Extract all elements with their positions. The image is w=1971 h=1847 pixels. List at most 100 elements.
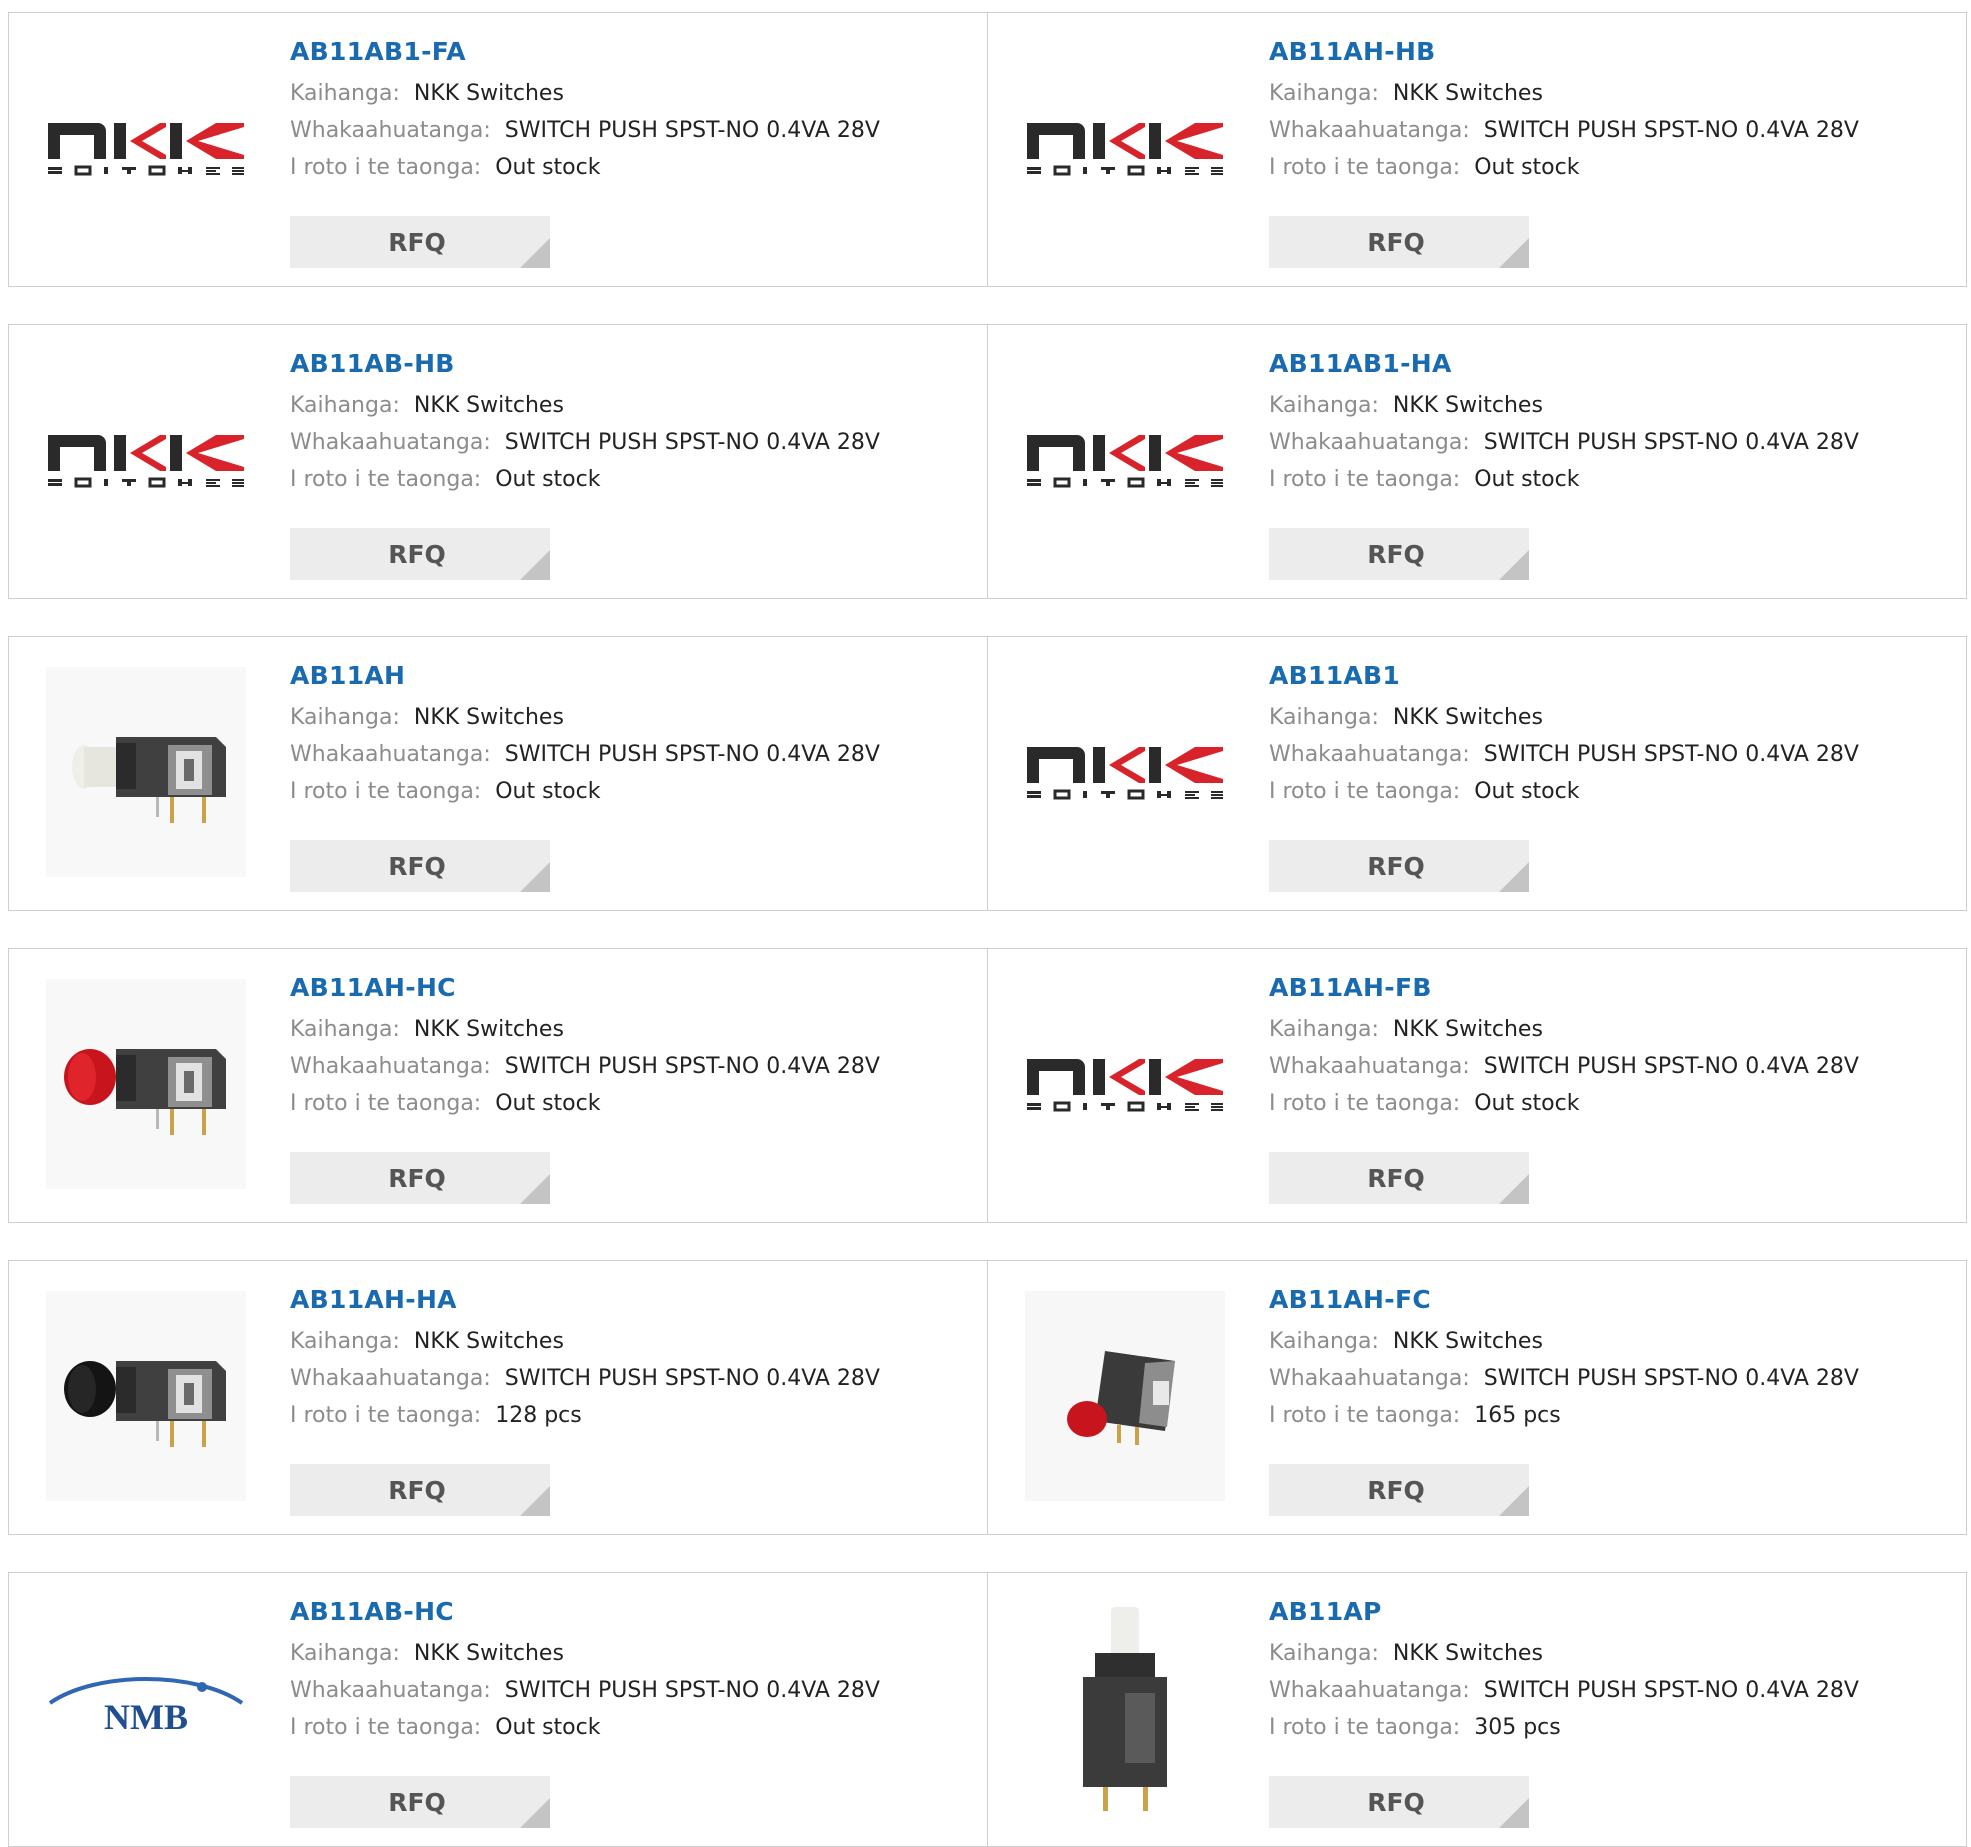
rfq-label: RFQ [388,851,446,881]
manufacturer-row: Kaihanga: NKK Switches [1269,1011,1956,1048]
rfq-label: RFQ [388,1787,446,1817]
rfq-label: RFQ [1367,1163,1425,1193]
stock-value: Out stock [495,1715,601,1740]
rfq-label: RFQ [1367,1787,1425,1817]
product-photo[interactable] [1025,1291,1225,1501]
manufacturer-value: NKK Switches [413,705,564,730]
manufacturer-value: NKK Switches [413,1641,564,1666]
part-number-link[interactable]: AB11AH-FB [1269,971,1956,1011]
product-card: NMB AB11AB-HC Kaihanga: NKK Switches Whak… [8,1572,988,1847]
stock-row: I roto i te taonga: Out stock [1269,1085,1956,1122]
stock-value: Out stock [1474,155,1580,180]
stock-row: I roto i te taonga: Out stock [290,461,977,498]
product-card: AB11AB-HB Kaihanga: NKK Switches Whakaahu… [8,324,988,599]
part-number-link[interactable]: AB11AH-HB [1269,35,1956,75]
manufacturer-row: Kaihanga: NKK Switches [290,699,977,736]
stock-label: I roto i te taonga: [290,467,482,492]
rfq-button[interactable]: RFQ [1269,840,1529,892]
rfq-button[interactable]: RFQ [290,1152,550,1204]
manufacturer-label: Kaihanga: [1269,393,1379,418]
part-number-link[interactable]: AB11AB-HC [290,1595,977,1635]
rfq-button[interactable]: RFQ [1269,1776,1529,1828]
product-card: AB11AH-FB Kaihanga: NKK Switches Whakaahu… [987,948,1967,1223]
description-label: Whakaahuatanga: [290,742,491,767]
description-label: Whakaahuatanga: [1269,742,1470,767]
corner-triangle-icon [520,238,550,268]
rfq-label: RFQ [388,1163,446,1193]
product-card: AB11AH-FC Kaihanga: NKK Switches Whakaahu… [987,1260,1967,1535]
part-number-link[interactable]: AB11AH-FC [1269,1283,1956,1323]
manufacturer-row: Kaihanga: NKK Switches [290,1635,977,1672]
rfq-button[interactable]: RFQ [290,1464,550,1516]
stock-value: Out stock [1474,467,1580,492]
rfq-button[interactable]: RFQ [1269,1152,1529,1204]
part-number-link[interactable]: AB11AB1 [1269,659,1956,699]
manufacturer-label: Kaihanga: [1269,1641,1379,1666]
manufacturer-label: Kaihanga: [290,393,400,418]
description-row: Whakaahuatanga: SWITCH PUSH SPST-NO 0.4VA… [290,736,977,773]
nkk-switches-logo[interactable] [1025,667,1225,877]
nmb-logo[interactable]: NMB [46,1603,246,1813]
rfq-button[interactable]: RFQ [290,528,550,580]
product-card: AB11AB1-HA Kaihanga: NKK Switches Whakaah… [987,324,1967,599]
part-number-link[interactable]: AB11AH-HC [290,971,977,1011]
rfq-button[interactable]: RFQ [290,1776,550,1828]
rfq-label: RFQ [388,1475,446,1505]
rfq-button[interactable]: RFQ [1269,216,1529,268]
nkk-switches-logo[interactable] [46,43,246,253]
manufacturer-value: NKK Switches [1392,81,1543,106]
product-info: AB11AH-HA Kaihanga: NKK Switches Whakaahu… [290,1283,977,1434]
product-photo[interactable] [46,667,246,877]
part-number-link[interactable]: AB11AP [1269,1595,1956,1635]
manufacturer-value: NKK Switches [1392,1641,1543,1666]
manufacturer-value: NKK Switches [413,1329,564,1354]
description-row: Whakaahuatanga: SWITCH PUSH SPST-NO 0.4VA… [1269,424,1956,461]
stock-value: Out stock [495,1091,601,1116]
description-label: Whakaahuatanga: [290,1054,491,1079]
manufacturer-value: NKK Switches [413,1017,564,1042]
stock-value: 165 pcs [1474,1403,1561,1428]
part-number-link[interactable]: AB11AB1-HA [1269,347,1956,387]
manufacturer-label: Kaihanga: [290,1017,400,1042]
nkk-switches-logo[interactable] [1025,43,1225,253]
stock-label: I roto i te taonga: [290,1403,482,1428]
stock-label: I roto i te taonga: [1269,779,1461,804]
product-photo[interactable] [1025,1603,1225,1813]
product-info: AB11AB1-HA Kaihanga: NKK Switches Whakaah… [1269,347,1956,498]
product-info: AB11AB1-FA Kaihanga: NKK Switches Whakaah… [290,35,977,186]
manufacturer-row: Kaihanga: NKK Switches [290,1011,977,1048]
rfq-button[interactable]: RFQ [290,840,550,892]
nkk-switches-logo[interactable] [1025,979,1225,1189]
corner-triangle-icon [520,862,550,892]
nkk-switches-logo[interactable] [46,355,246,565]
product-photo[interactable] [46,1291,246,1501]
part-number-link[interactable]: AB11AB1-FA [290,35,977,75]
product-photo[interactable] [46,979,246,1189]
description-label: Whakaahuatanga: [290,430,491,455]
stock-row: I roto i te taonga: Out stock [290,149,977,186]
nkk-switches-logo[interactable] [1025,355,1225,565]
part-number-link[interactable]: AB11AH [290,659,977,699]
stock-value: Out stock [1474,1091,1580,1116]
rfq-label: RFQ [1367,227,1425,257]
corner-triangle-icon [1499,1174,1529,1204]
rfq-button[interactable]: RFQ [1269,1464,1529,1516]
manufacturer-row: Kaihanga: NKK Switches [1269,1635,1956,1672]
description-label: Whakaahuatanga: [1269,1366,1470,1391]
product-card: AB11AB1 Kaihanga: NKK Switches Whakaahuat… [987,636,1967,911]
corner-triangle-icon [1499,238,1529,268]
description-label: Whakaahuatanga: [290,118,491,143]
part-number-link[interactable]: AB11AB-HB [290,347,977,387]
stock-label: I roto i te taonga: [1269,1403,1461,1428]
rfq-button[interactable]: RFQ [1269,528,1529,580]
product-card: AB11AH-HA Kaihanga: NKK Switches Whakaahu… [8,1260,988,1535]
product-card: AB11AP Kaihanga: NKK Switches Whakaahuata… [987,1572,1967,1847]
description-row: Whakaahuatanga: SWITCH PUSH SPST-NO 0.4VA… [290,112,977,149]
manufacturer-value: NKK Switches [1392,705,1543,730]
stock-value: Out stock [495,779,601,804]
rfq-button[interactable]: RFQ [290,216,550,268]
description-row: Whakaahuatanga: SWITCH PUSH SPST-NO 0.4VA… [1269,1360,1956,1397]
stock-row: I roto i te taonga: Out stock [1269,773,1956,810]
stock-row: I roto i te taonga: Out stock [290,1709,977,1746]
part-number-link[interactable]: AB11AH-HA [290,1283,977,1323]
